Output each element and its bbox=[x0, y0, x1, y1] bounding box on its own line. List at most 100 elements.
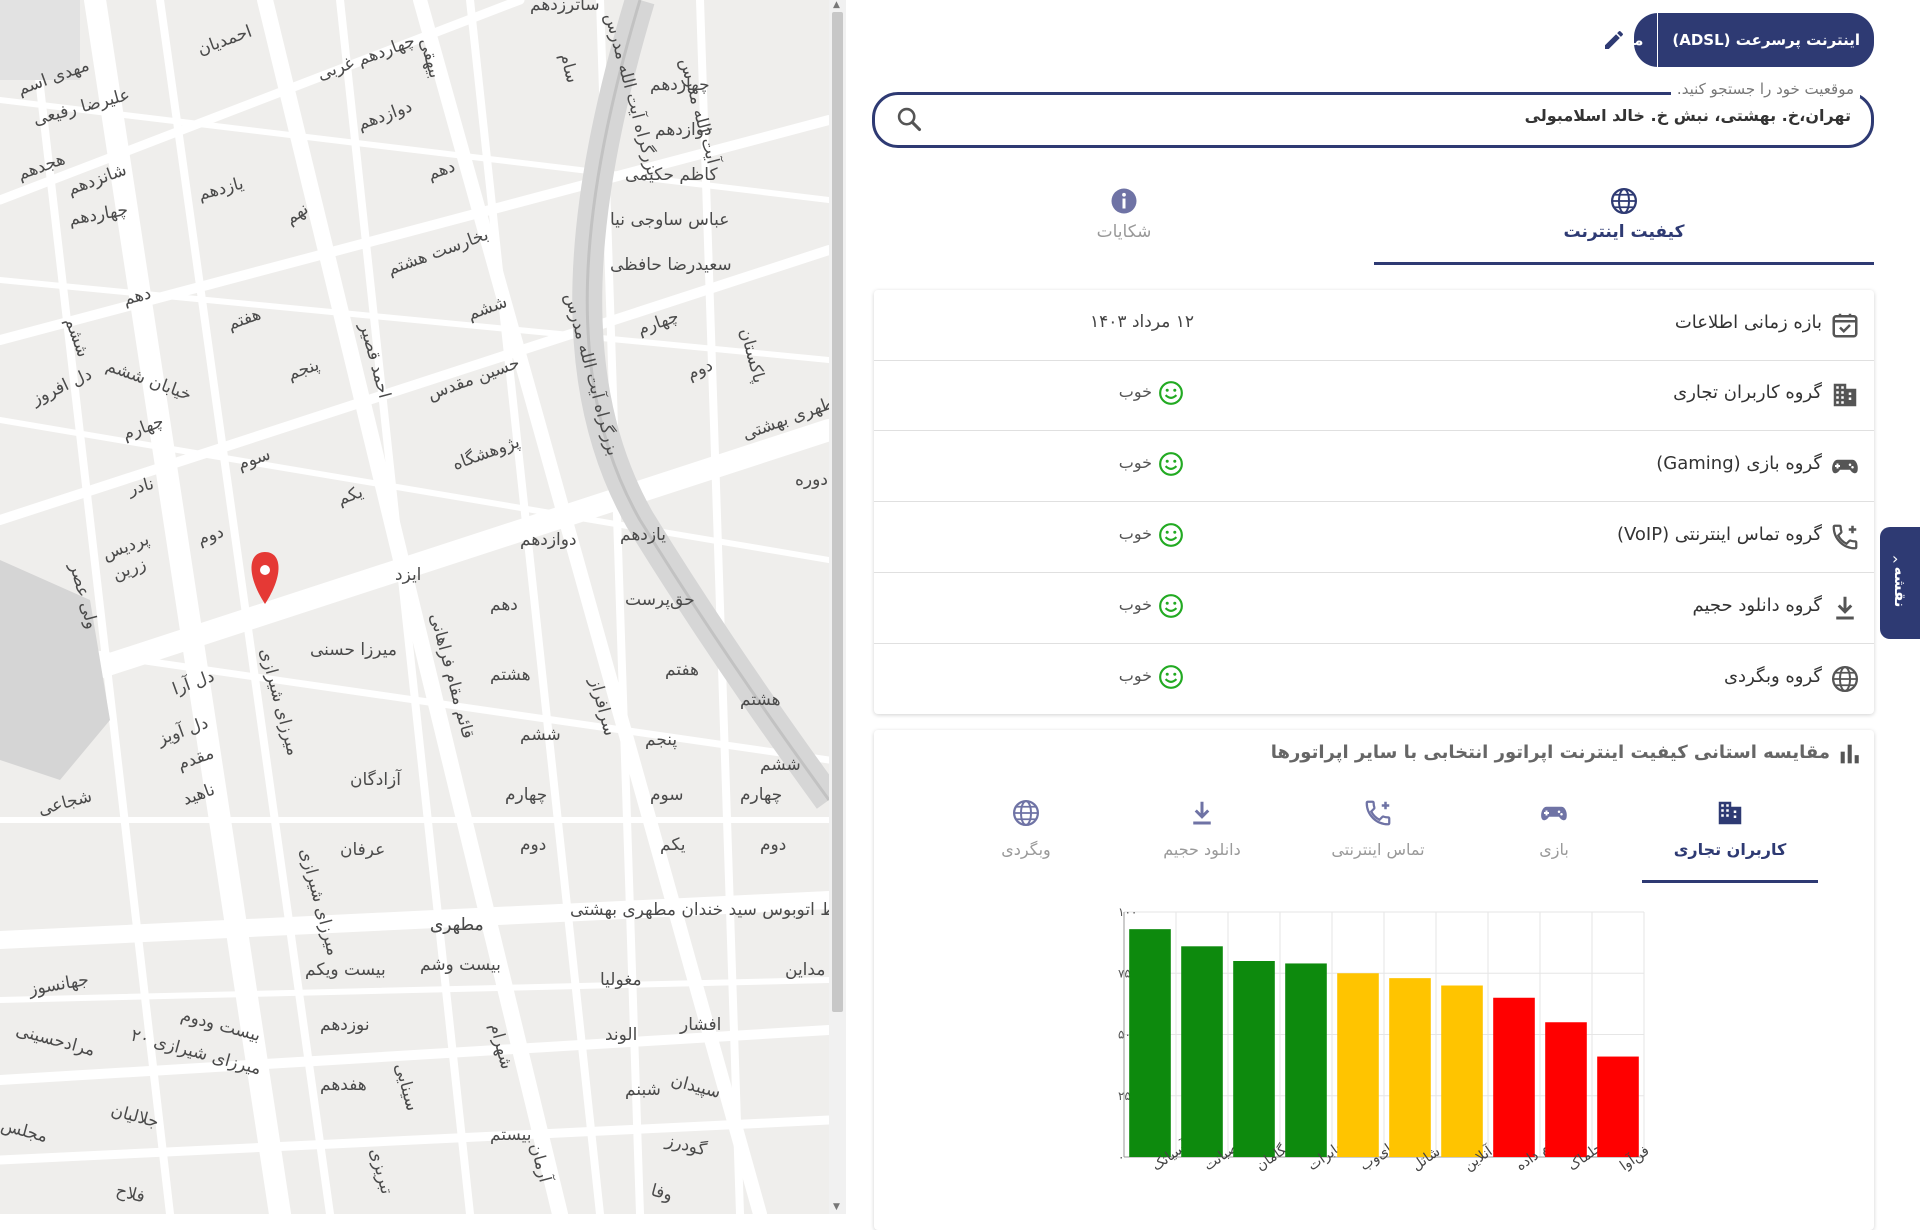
status-text: خوب bbox=[1118, 595, 1152, 614]
map-street-label: عرفان bbox=[340, 840, 385, 860]
status-text: خوب bbox=[1118, 524, 1152, 543]
globe-icon bbox=[1611, 188, 1637, 214]
search-box[interactable] bbox=[872, 92, 1874, 148]
subtab-label: تماس اینترنتی bbox=[1331, 840, 1425, 859]
map-canvas: احمدیانمهدی اسمعلیرضا رفیعیهجدهمشانزدهمچ… bbox=[0, 0, 829, 1214]
smile-icon bbox=[1159, 594, 1183, 618]
map-street-label: سینایی bbox=[390, 1061, 422, 1113]
bar-chart-icon bbox=[1840, 744, 1859, 764]
map-street-label: الوند bbox=[605, 1025, 637, 1045]
subtab-voip[interactable]: تماس اینترنتی bbox=[1290, 798, 1466, 898]
map-street-label: وفا bbox=[649, 1181, 675, 1206]
chart-bar bbox=[1337, 973, 1379, 1157]
map-street-label: سوم bbox=[650, 785, 684, 805]
search-label: موقعیت خود را جستجو کنید. bbox=[1670, 80, 1860, 98]
map-street-label: دوم bbox=[760, 835, 786, 855]
map-street-label: حق‌پرست bbox=[625, 590, 695, 610]
row-label: گروه تماس اینترنتی (VoIP) bbox=[1616, 524, 1822, 545]
smile-icon bbox=[1159, 665, 1183, 689]
map-street-label: شجاعی bbox=[36, 786, 94, 819]
location-pin-icon[interactable] bbox=[251, 552, 279, 604]
subtab-gaming[interactable]: بازی bbox=[1466, 798, 1642, 898]
row-label: بازه زمانی اطلاعات bbox=[1674, 312, 1822, 333]
map-street-label: آزادگان bbox=[350, 768, 402, 790]
scroll-down-icon[interactable]: ▼ bbox=[833, 1202, 840, 1212]
map-street-label: دوره bbox=[795, 470, 828, 490]
scroll-up-icon[interactable]: ▲ bbox=[833, 0, 840, 10]
status-text: خوب bbox=[1118, 453, 1152, 472]
map-street-label: مجلس bbox=[0, 1116, 50, 1148]
subtab-label: وبگردی bbox=[1001, 840, 1051, 859]
period-value: ۱۲ مرداد ۱۴۰۳ bbox=[1090, 312, 1194, 332]
subtab-browsing[interactable]: وبگردی bbox=[938, 798, 1114, 898]
download-icon bbox=[1193, 801, 1211, 825]
operator-selector[interactable]: اینترنت پرسرعت (ADSL) مخابرات bbox=[1582, 13, 1874, 67]
map-view[interactable]: احمدیان مهدی اسم علیرضا رفیعی هجدهم شانزدهم چ… bbox=[0, 0, 829, 1214]
scroll-thumb[interactable] bbox=[832, 12, 843, 1012]
subtab-download[interactable]: دانلود حجیم bbox=[1114, 798, 1290, 898]
chart-bar bbox=[1545, 1022, 1587, 1157]
comparison-bar-chart: ۰۲۵۵۰۷۵۱۰۰آسیاتکصبانتپیشگامانمخابراتهای‌… bbox=[1118, 905, 1652, 1174]
y-tick-label: ۱۰۰ bbox=[1118, 905, 1137, 919]
tab-label: شکایات bbox=[1096, 222, 1152, 242]
map-street-label: پنجم bbox=[285, 355, 322, 385]
search-icon[interactable] bbox=[895, 105, 923, 133]
tab-complaints[interactable]: شکایات bbox=[874, 186, 1374, 266]
info-row-voip: گروه تماس اینترنتی (VoIP) خوب bbox=[874, 502, 1874, 573]
chart-bar bbox=[1129, 929, 1171, 1157]
map-street-label: میرزا حسنی bbox=[310, 640, 397, 660]
map-street-label: پنجم bbox=[645, 730, 677, 750]
phone-plus-icon bbox=[1365, 800, 1391, 826]
gamepad-icon bbox=[1541, 806, 1567, 821]
map-street-label: دل افروز bbox=[28, 364, 95, 410]
map-street-label: هشتم bbox=[740, 690, 781, 710]
quality-summary-card: بازه زمانی اطلاعات ۱۲ مرداد ۱۴۰۳ گروه کا… bbox=[874, 290, 1874, 714]
drawer-label: نقشه bbox=[1891, 566, 1909, 608]
tab-internet-quality[interactable]: کیفیت اینترنت bbox=[1374, 186, 1874, 266]
map-street-label: هفدهم bbox=[320, 1075, 367, 1095]
map-street-label: بیهقی bbox=[415, 36, 445, 80]
search-input[interactable] bbox=[949, 105, 1853, 126]
map-street-label: یکم bbox=[660, 835, 686, 855]
map-street-label: هفتم bbox=[665, 660, 699, 680]
smile-icon bbox=[1159, 381, 1183, 405]
map-street-label: کاظم حکیمی bbox=[625, 165, 718, 185]
map-street-label: مرادحسینی bbox=[14, 1021, 97, 1061]
map-scrollbar[interactable]: ▲ ▼ bbox=[829, 0, 846, 1214]
map-street-label: هفتم bbox=[225, 304, 264, 334]
gamepad-icon bbox=[1832, 459, 1858, 474]
operator-service[interactable]: اینترنت پرسرعت (ADSL) bbox=[1657, 13, 1874, 67]
status-text: خوب bbox=[1118, 382, 1152, 401]
chart-bar bbox=[1233, 961, 1275, 1157]
info-row-business: گروه کاربران تجاری خوب bbox=[874, 360, 1874, 431]
info-row-period: بازه زمانی اطلاعات ۱۲ مرداد ۱۴۰۳ bbox=[874, 290, 1874, 361]
active-subtab-indicator bbox=[1642, 880, 1818, 883]
map-street-label: بیست ویکم bbox=[305, 960, 386, 980]
map-street-label: پژوهشگاه bbox=[450, 431, 523, 475]
map-street-label: دوازدهم bbox=[520, 530, 577, 550]
subtab-business[interactable]: کاربران تجاری bbox=[1642, 798, 1818, 898]
calendar-check-icon bbox=[1832, 313, 1858, 338]
subtab-label: دانلود حجیم bbox=[1163, 840, 1241, 859]
active-tab-indicator bbox=[1374, 262, 1874, 265]
chevron-left-icon: ‹ bbox=[1892, 549, 1899, 568]
info-row-browsing: گروه وبگردی خوب bbox=[874, 644, 1874, 714]
map-street-label: خط اتوبوس سید خندان مطهری بهشتی bbox=[570, 900, 829, 920]
map-street-label: جلالیان bbox=[109, 1101, 161, 1133]
globe-icon bbox=[1832, 666, 1858, 692]
map-street-label: نوزدهم bbox=[320, 1015, 370, 1035]
map-street-label: دوم bbox=[195, 522, 227, 550]
map-street-label: چهاردهم غربی bbox=[315, 31, 418, 85]
edit-pencil-icon[interactable] bbox=[1602, 28, 1626, 52]
chart-bar bbox=[1181, 946, 1223, 1157]
chart-bar bbox=[1389, 978, 1431, 1157]
phone-plus-icon bbox=[1832, 524, 1858, 550]
map-drawer-tab[interactable]: ‹ نقشه bbox=[1880, 527, 1920, 639]
map-street-label: مطهری bbox=[430, 915, 484, 935]
map-street-label: سوم bbox=[235, 444, 273, 474]
map-street-label: عباس ساوجی نیا bbox=[610, 210, 729, 230]
map-street-label: یکم bbox=[335, 482, 366, 510]
map-street-label: دوازدهم bbox=[355, 97, 415, 135]
row-label: گروه وبگردی bbox=[1723, 666, 1822, 687]
status-text: خوب bbox=[1118, 666, 1152, 685]
